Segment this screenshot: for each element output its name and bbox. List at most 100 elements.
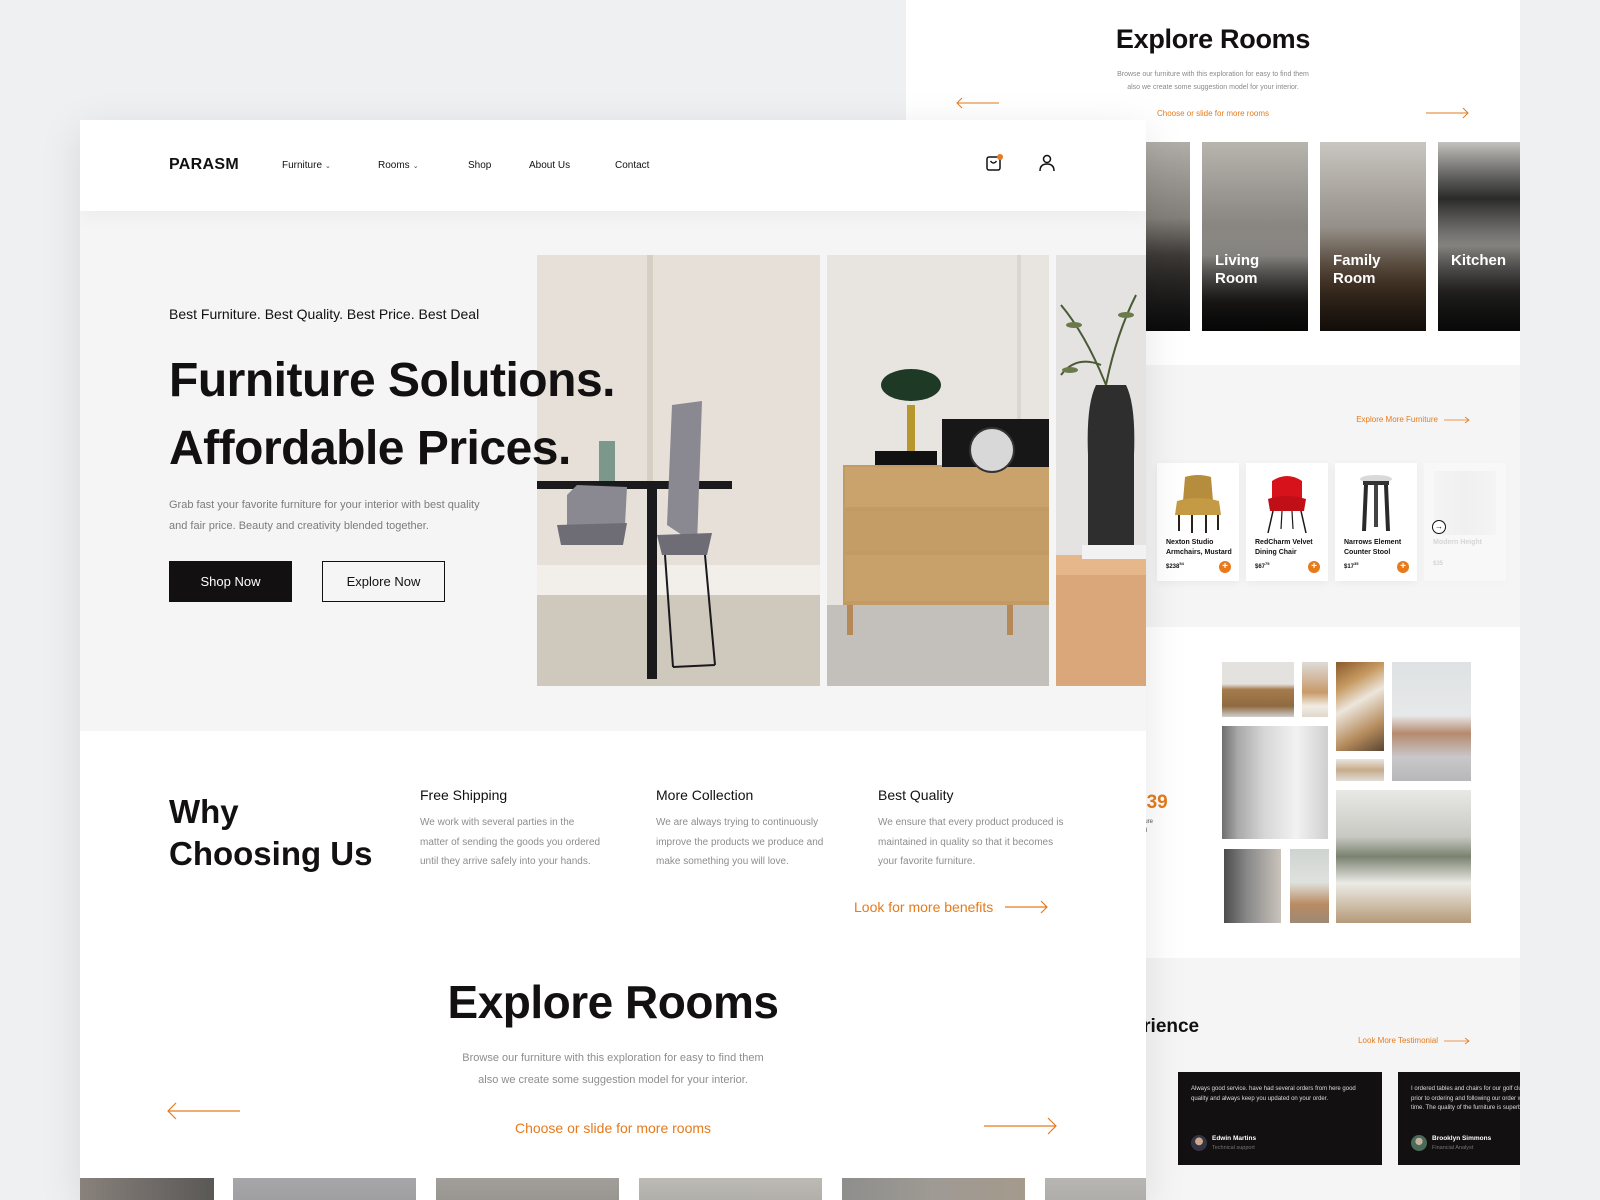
gallery-photo-shelf [1336,759,1384,781]
gallery-photo-lounge [1290,849,1329,923]
gallery-photo-kids-room [1392,662,1471,781]
add-to-cart-button[interactable]: + [1219,561,1231,573]
avatar [1191,1135,1207,1151]
testimonial-author: Brooklyn Simmons [1432,1135,1492,1142]
benefit-free-shipping: Free Shipping We work with several parti… [420,787,620,872]
benefit-title: Best Quality [878,787,954,803]
testimonial-card: Always good service. have had several or… [1178,1072,1382,1165]
nav-item-about-us[interactable]: About Us [529,160,589,171]
room-card-living-room[interactable]: Living Room [1202,142,1308,331]
product-name: Modern Height [1433,539,1482,546]
arrow-right-icon [1444,416,1470,423]
product-name: RedCharm Velvet Dining Chair [1255,539,1313,556]
product-name: Narrows Element Counter Stool [1344,539,1402,556]
vase-photo [1056,255,1146,686]
link-label: Explore More Furniture [1356,415,1438,424]
red-chair-photo [1267,476,1307,534]
testimonial-text: Always good service. have had several or… [1191,1086,1356,1102]
nav-item-shop[interactable]: Shop [468,160,491,171]
explore-now-button[interactable]: Explore Now [322,561,445,602]
gallery-photo-attic [1336,662,1384,751]
gallery-photo-hallway [1224,849,1281,923]
armchair-photo [1175,475,1221,533]
arrow-right-icon[interactable] [1426,107,1470,119]
nav-item-rooms[interactable]: Rooms ⌄ [378,160,419,171]
gallery-photo-living-room [1222,726,1328,839]
room-card[interactable] [639,1178,822,1200]
user-icon[interactable] [1038,153,1056,173]
gallery-photo-bed [1302,662,1328,717]
product-price: $1735 [1344,561,1359,570]
add-to-cart-button[interactable]: + [1397,561,1409,573]
link-label: Look for more benefits [854,899,994,915]
room-label: Living Room [1215,252,1260,287]
arrow-right-icon [1444,1037,1470,1044]
wooden-dresser-photo [827,255,1049,686]
hero-description: Grab fast your favorite furniture for yo… [169,499,480,532]
gallery-photo-balcony [1336,790,1471,923]
product-name: Nexton Studio Armchairs, Mustard [1166,539,1232,556]
explore-rooms-title: Explore Rooms [447,976,779,1028]
testimonial-card: I ordered tables and chairs for our golf… [1398,1072,1520,1165]
room-label: Family Room [1333,252,1381,287]
why-title: Why Choosing Us [169,793,373,872]
room-carousel [80,1178,1146,1200]
testimonial-role: Technical support [1212,1145,1255,1151]
arrow-left-icon[interactable] [166,1102,240,1120]
room-overlay [1202,142,1308,331]
room-card[interactable] [842,1178,1025,1200]
chevron-down-icon: ⌄ [412,162,419,170]
shop-now-button[interactable]: Shop Now [169,561,292,602]
chevron-down-icon: ⌄ [325,162,331,170]
arrow-right-icon [1005,900,1049,914]
avatar [1411,1135,1427,1151]
room-overlay [1438,142,1520,331]
room-card-family-room[interactable]: Family Room [1320,142,1426,331]
hero-title: Furniture Solutions. Affordable Prices. [169,354,615,475]
arrow-right-icon: → [1435,522,1443,531]
explore-rooms-section: Explore Rooms Browse our furniture with … [80,950,1146,1200]
gallery-photo-dresser [1222,662,1294,717]
back-explore-rooms-desc: Browse our furniture with this explorati… [906,69,1520,94]
room-card-kitchen[interactable]: Kitchen [1438,142,1520,331]
benefit-best-quality: Best Quality We ensure that every produc… [878,787,1078,872]
testimonial-text: I ordered tables and chairs for our golf… [1411,1086,1520,1111]
room-card[interactable] [1045,1178,1146,1200]
nav-item-contact[interactable]: Contact [615,160,675,171]
add-to-cart-button[interactable]: + [1308,561,1320,573]
product-card[interactable]: Nexton Studio Armchairs, Mustard $23854 … [1157,463,1239,581]
navbar: PARASM Furniture ⌄ Rooms ⌄ Shop About Us C… [80,120,1146,211]
desc-line: Browse our furniture with this explorati… [1117,71,1309,78]
benefit-title: More Collection [656,787,754,803]
product-card[interactable]: RedCharm Velvet Dining Chair $6775 + [1246,463,1328,581]
next-products-button[interactable]: → [1432,520,1446,534]
nav-item-furniture[interactable]: Furniture ⌄ [282,160,331,171]
arrow-left-icon[interactable] [955,97,999,109]
explore-rooms-desc: Browse our furniture with this explorati… [462,1052,764,1086]
back-explore-rooms-title: Explore Rooms [1115,24,1311,54]
explore-more-furniture-link[interactable]: Explore More Furniture [1356,415,1470,424]
shopping-bag-icon[interactable] [984,153,1004,173]
room-label: Kitchen [1451,252,1507,269]
benefit-desc: We work with several parties in the matt… [420,817,601,867]
look-for-more-benefits-link[interactable]: Look for more benefits [854,899,1049,915]
room-card[interactable] [80,1178,214,1200]
product-price: $23854 [1166,561,1184,570]
benefit-desc: We ensure that every product produced is… [878,817,1064,867]
look-more-testimonial-link[interactable]: Look More Testimonial [1358,1036,1470,1045]
product-price: $35 [1433,561,1444,567]
arrow-right-icon[interactable] [984,1117,1058,1135]
logo[interactable]: PARASM [169,156,239,174]
front-page: PARASM Furniture ⌄ Rooms ⌄ Shop About Us C… [80,120,1146,1200]
link-label: Look More Testimonial [1358,1036,1438,1045]
stool-photo [1360,475,1392,531]
product-card[interactable]: Narrows Element Counter Stool $1735 + [1335,463,1417,581]
room-overlay [1320,142,1426,331]
room-card[interactable] [436,1178,619,1200]
room-card[interactable] [233,1178,416,1200]
desc-line: also we create some suggestion model for… [1127,83,1299,91]
hero-tagline: Best Furniture. Best Quality. Best Price… [169,306,480,322]
benefit-title: Free Shipping [420,787,508,803]
product-price: $6775 [1255,561,1270,570]
benefit-more-collection: More Collection We are always trying to … [656,787,856,872]
